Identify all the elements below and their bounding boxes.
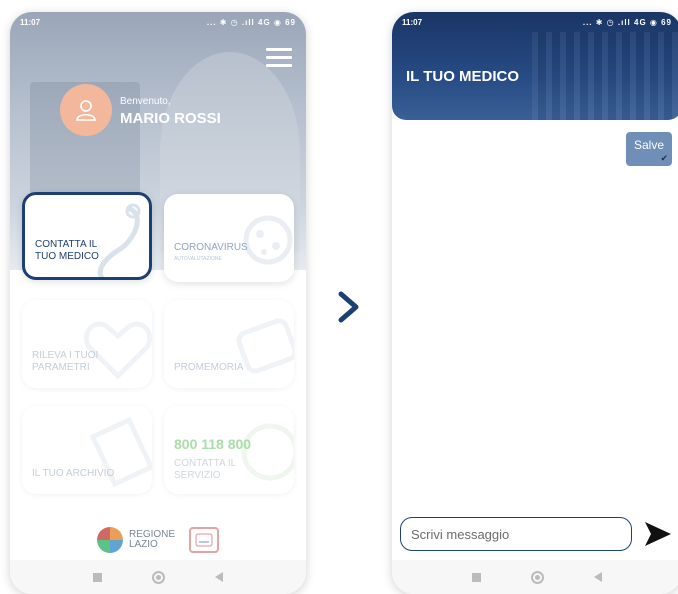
screen-flow: 11:07 ... ✱ ◷ .ıll 4G ◉ 69 Benvenuto, MA…	[0, 0, 678, 594]
status-icons: ... ✱ ◷ .ıll 4G ◉ 69	[582, 17, 672, 27]
chat-screen: 11:07 ... ✱ ◷ .ıll 4G ◉ 69 IL TUO MEDICO…	[392, 12, 678, 594]
avatar[interactable]	[60, 84, 112, 136]
logo-lazio-text: LAZIO	[128, 539, 158, 550]
health-logo-icon	[195, 533, 213, 547]
status-bar: 11:07 ... ✱ ◷ .ıll 4G ◉ 69	[392, 12, 678, 32]
status-time: 11:07	[20, 17, 41, 27]
parameters-label: RILEVA I TUOI PARAMETRI	[32, 350, 99, 373]
status-time: 11:07	[402, 17, 423, 27]
home-screen: 11:07 ... ✱ ◷ .ıll 4G ◉ 69 Benvenuto, MA…	[10, 12, 306, 594]
contact-service-label: CONTATTA IL SERVIZIO	[174, 458, 237, 481]
regione-lazio-logo: REGIONE LAZIO	[96, 527, 175, 553]
user-name: MARIO ROSSI	[120, 110, 221, 127]
virus-icon	[243, 215, 293, 265]
message-text: Salve	[633, 138, 664, 152]
send-icon	[645, 522, 671, 546]
recents-icon[interactable]	[472, 572, 481, 582]
chat-thread[interactable]: Salve ✔	[392, 120, 678, 510]
regione-seal-icon	[96, 527, 123, 553]
footer-logos: REGIONE LAZIO	[10, 520, 306, 560]
user-icon	[76, 100, 96, 121]
message-bubble[interactable]: Salve ✔	[625, 132, 672, 166]
message-composer	[392, 512, 678, 556]
contact-doctor-label: CONTATTA IL TUO MEDICO	[35, 239, 99, 262]
contact-service-tile[interactable]: 800 118 800 CONTATTA IL SERVIZIO	[164, 406, 294, 494]
chat-header: 11:07 ... ✱ ◷ .ıll 4G ◉ 69 IL TUO MEDICO	[392, 12, 678, 120]
coronavirus-label: CORONAVIRUS	[174, 242, 248, 253]
status-bar: 11:07 ... ✱ ◷ .ıll 4G ◉ 69	[10, 12, 306, 32]
home-icon[interactable]	[152, 570, 165, 584]
back-icon[interactable]	[215, 572, 223, 582]
hamburger-menu-icon[interactable]	[266, 48, 292, 68]
coronavirus-tile[interactable]: CORONAVIRUS AUTOVALUTAZIONE	[164, 194, 294, 282]
send-button[interactable]	[642, 518, 674, 550]
heart-pulse-icon	[83, 321, 152, 380]
header-photo	[532, 32, 678, 120]
recents-icon[interactable]	[93, 572, 102, 582]
archive-tile[interactable]: IL TUO ARCHIVIO	[22, 406, 152, 494]
pills-icon	[236, 318, 294, 374]
android-nav-bar	[392, 560, 678, 594]
reminders-label: PROMEMORIA	[174, 362, 244, 373]
home-icon[interactable]	[531, 570, 544, 584]
coronavirus-sublabel: AUTOVALUTAZIONE	[174, 256, 222, 262]
android-nav-bar	[10, 560, 306, 594]
health-service-logo	[189, 527, 220, 553]
back-icon[interactable]	[594, 572, 602, 582]
page-title: IL TUO MEDICO	[406, 68, 520, 85]
message-input[interactable]	[400, 517, 632, 551]
welcome-text: Benvenuto,	[120, 96, 171, 107]
contact-doctor-tile[interactable]: CONTATTA IL TUO MEDICO	[22, 192, 152, 280]
document-icon	[89, 416, 152, 488]
status-icons: ... ✱ ◷ .ıll 4G ◉ 69	[206, 17, 296, 27]
archive-label: IL TUO ARCHIVIO	[32, 468, 115, 479]
service-phone-number[interactable]: 800 118 800	[174, 436, 251, 452]
reminders-tile[interactable]: PROMEMORIA	[164, 300, 294, 388]
chevron-right-icon	[338, 291, 359, 323]
delivered-check-icon: ✔	[660, 153, 668, 163]
parameters-tile[interactable]: RILEVA I TUOI PARAMETRI	[22, 300, 152, 388]
